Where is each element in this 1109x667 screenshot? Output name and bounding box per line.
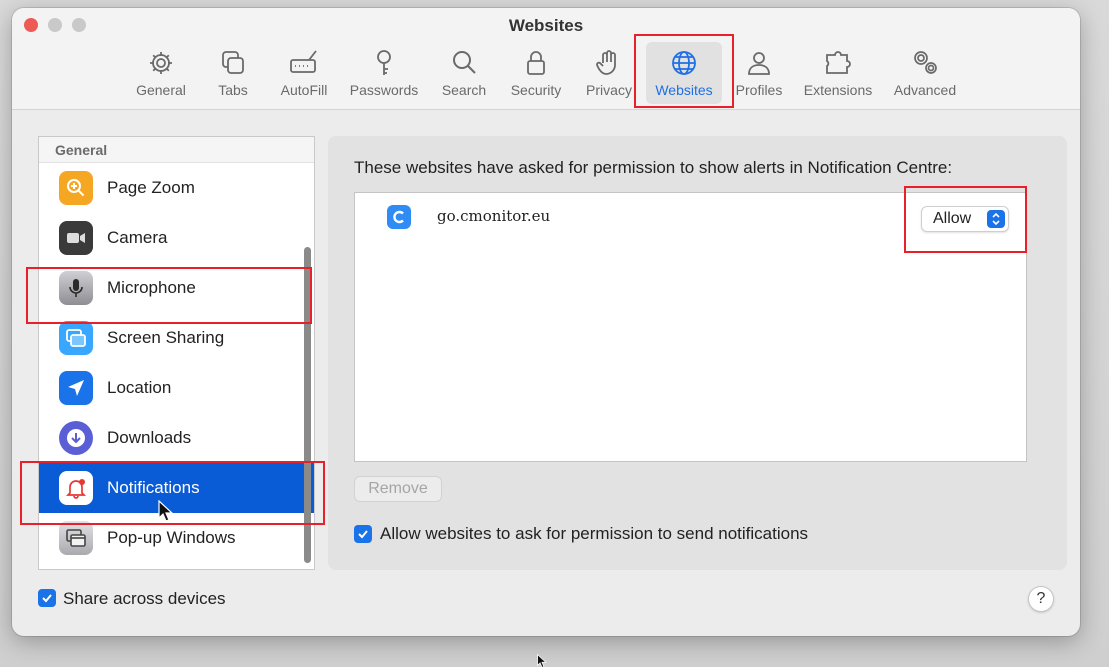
toolbar-general[interactable]: General xyxy=(130,42,192,104)
permission-value: Allow xyxy=(933,210,972,227)
sidebar-item-microphone[interactable]: Microphone xyxy=(39,263,314,313)
sidebar-scrollbar[interactable] xyxy=(304,247,311,563)
toolbar-label: Websites xyxy=(655,82,713,98)
settings-window: Websites General Tabs AutoFill Passwords… xyxy=(12,8,1080,636)
toolbar-websites[interactable]: Websites xyxy=(646,42,722,104)
screen-icon xyxy=(59,321,93,355)
table-row[interactable]: go.cmonitor.eu Allow xyxy=(355,193,1026,239)
globe-icon xyxy=(672,51,696,75)
sidebar-item-label: Screen Sharing xyxy=(107,328,225,347)
toolbar-passwords[interactable]: Passwords xyxy=(346,42,422,104)
camera-icon xyxy=(59,221,93,255)
toolbar-profiles[interactable]: Profiles xyxy=(730,42,788,104)
zoom-icon xyxy=(59,171,93,205)
microphone-icon xyxy=(59,271,93,305)
allow-ask-label: Allow websites to ask for permission to … xyxy=(380,524,809,543)
key-icon xyxy=(377,50,391,75)
mouse-cursor-icon xyxy=(537,654,547,667)
pencil-field-icon xyxy=(290,50,317,73)
toolbar-label: AutoFill xyxy=(280,82,328,98)
sidebar-item-label: Page Zoom xyxy=(107,178,195,197)
mouse-cursor-icon xyxy=(158,500,174,522)
website-list[interactable]: go.cmonitor.eu Allow xyxy=(354,192,1027,462)
bell-icon xyxy=(59,471,93,505)
person-icon xyxy=(748,52,770,75)
websites-permission-panel: These websites have asked for permission… xyxy=(328,136,1067,570)
toolbar-label: Profiles xyxy=(735,82,783,98)
toolbar-security[interactable]: Security xyxy=(504,42,568,104)
sidebar-item-location[interactable]: Location xyxy=(39,363,314,413)
sidebar-item-label: Downloads xyxy=(107,428,192,447)
gear-icon xyxy=(150,52,172,74)
toolbar-label: Privacy xyxy=(586,82,632,98)
help-button[interactable]: ? xyxy=(1028,586,1054,612)
toolbar-tabs[interactable]: Tabs xyxy=(206,42,260,104)
toolbar-label: Advanced xyxy=(893,82,957,98)
toolbar-privacy[interactable]: Privacy xyxy=(580,42,638,104)
lock-icon xyxy=(527,51,545,75)
toolbar-autofill[interactable]: AutoFill xyxy=(274,42,334,104)
sidebar-item-notifications[interactable]: Notifications xyxy=(39,463,314,513)
site-favicon-icon xyxy=(387,205,411,229)
sidebar-item-label: Pop-up Windows xyxy=(107,528,236,547)
sidebar-item-label: Location xyxy=(107,378,172,397)
toolbar-label: General xyxy=(136,82,186,98)
download-icon xyxy=(59,421,93,455)
panel-heading: These websites have asked for permission… xyxy=(354,158,953,177)
remove-button[interactable]: Remove xyxy=(354,476,442,502)
toolbar-label: Security xyxy=(510,82,562,98)
location-arrow-icon xyxy=(59,371,93,405)
sidebar-item-downloads[interactable]: Downloads xyxy=(39,413,314,463)
toolbar-label: Extensions xyxy=(803,82,873,98)
hand-icon xyxy=(596,50,616,75)
permission-sidebar[interactable]: General Page Zoom Camera Microphone Scre… xyxy=(38,136,315,570)
sidebar-header: General xyxy=(39,137,314,163)
titlebar: Websites General Tabs AutoFill Passwords… xyxy=(12,8,1080,110)
toolbar-search[interactable]: Search xyxy=(436,42,492,104)
allow-ask-checkbox[interactable] xyxy=(354,525,372,543)
toolbar-advanced[interactable]: Advanced xyxy=(888,42,962,104)
puzzle-icon xyxy=(826,51,851,74)
sidebar-item-popup-windows[interactable]: Pop-up Windows xyxy=(39,513,314,563)
permission-select[interactable]: Allow xyxy=(921,206,1009,232)
toolbar-label: Tabs xyxy=(218,82,248,98)
toolbar-extensions[interactable]: Extensions xyxy=(798,42,878,104)
toolbar-label: Search xyxy=(441,82,487,98)
tabs-icon xyxy=(222,51,244,74)
window-title: Websites xyxy=(508,16,584,35)
share-across-devices-checkbox[interactable] xyxy=(38,589,56,607)
share-across-devices-label: Share across devices xyxy=(63,589,226,608)
popup-window-icon xyxy=(59,521,93,555)
toolbar-label: Passwords xyxy=(349,82,419,98)
sidebar-item-label: Notifications xyxy=(107,478,200,497)
sidebar-item-page-zoom[interactable]: Page Zoom xyxy=(39,163,314,213)
search-icon xyxy=(453,51,476,74)
site-name: go.cmonitor.eu xyxy=(437,207,551,225)
chevron-updown-icon xyxy=(987,210,1005,228)
checkmark-icon xyxy=(42,594,52,603)
sidebar-item-label: Camera xyxy=(107,228,168,247)
gears-icon xyxy=(914,51,937,74)
sidebar-item-camera[interactable]: Camera xyxy=(39,213,314,263)
sidebar-item-label: Microphone xyxy=(107,278,196,297)
sidebar-item-screen-sharing[interactable]: Screen Sharing xyxy=(39,313,314,363)
checkmark-icon xyxy=(358,530,368,539)
